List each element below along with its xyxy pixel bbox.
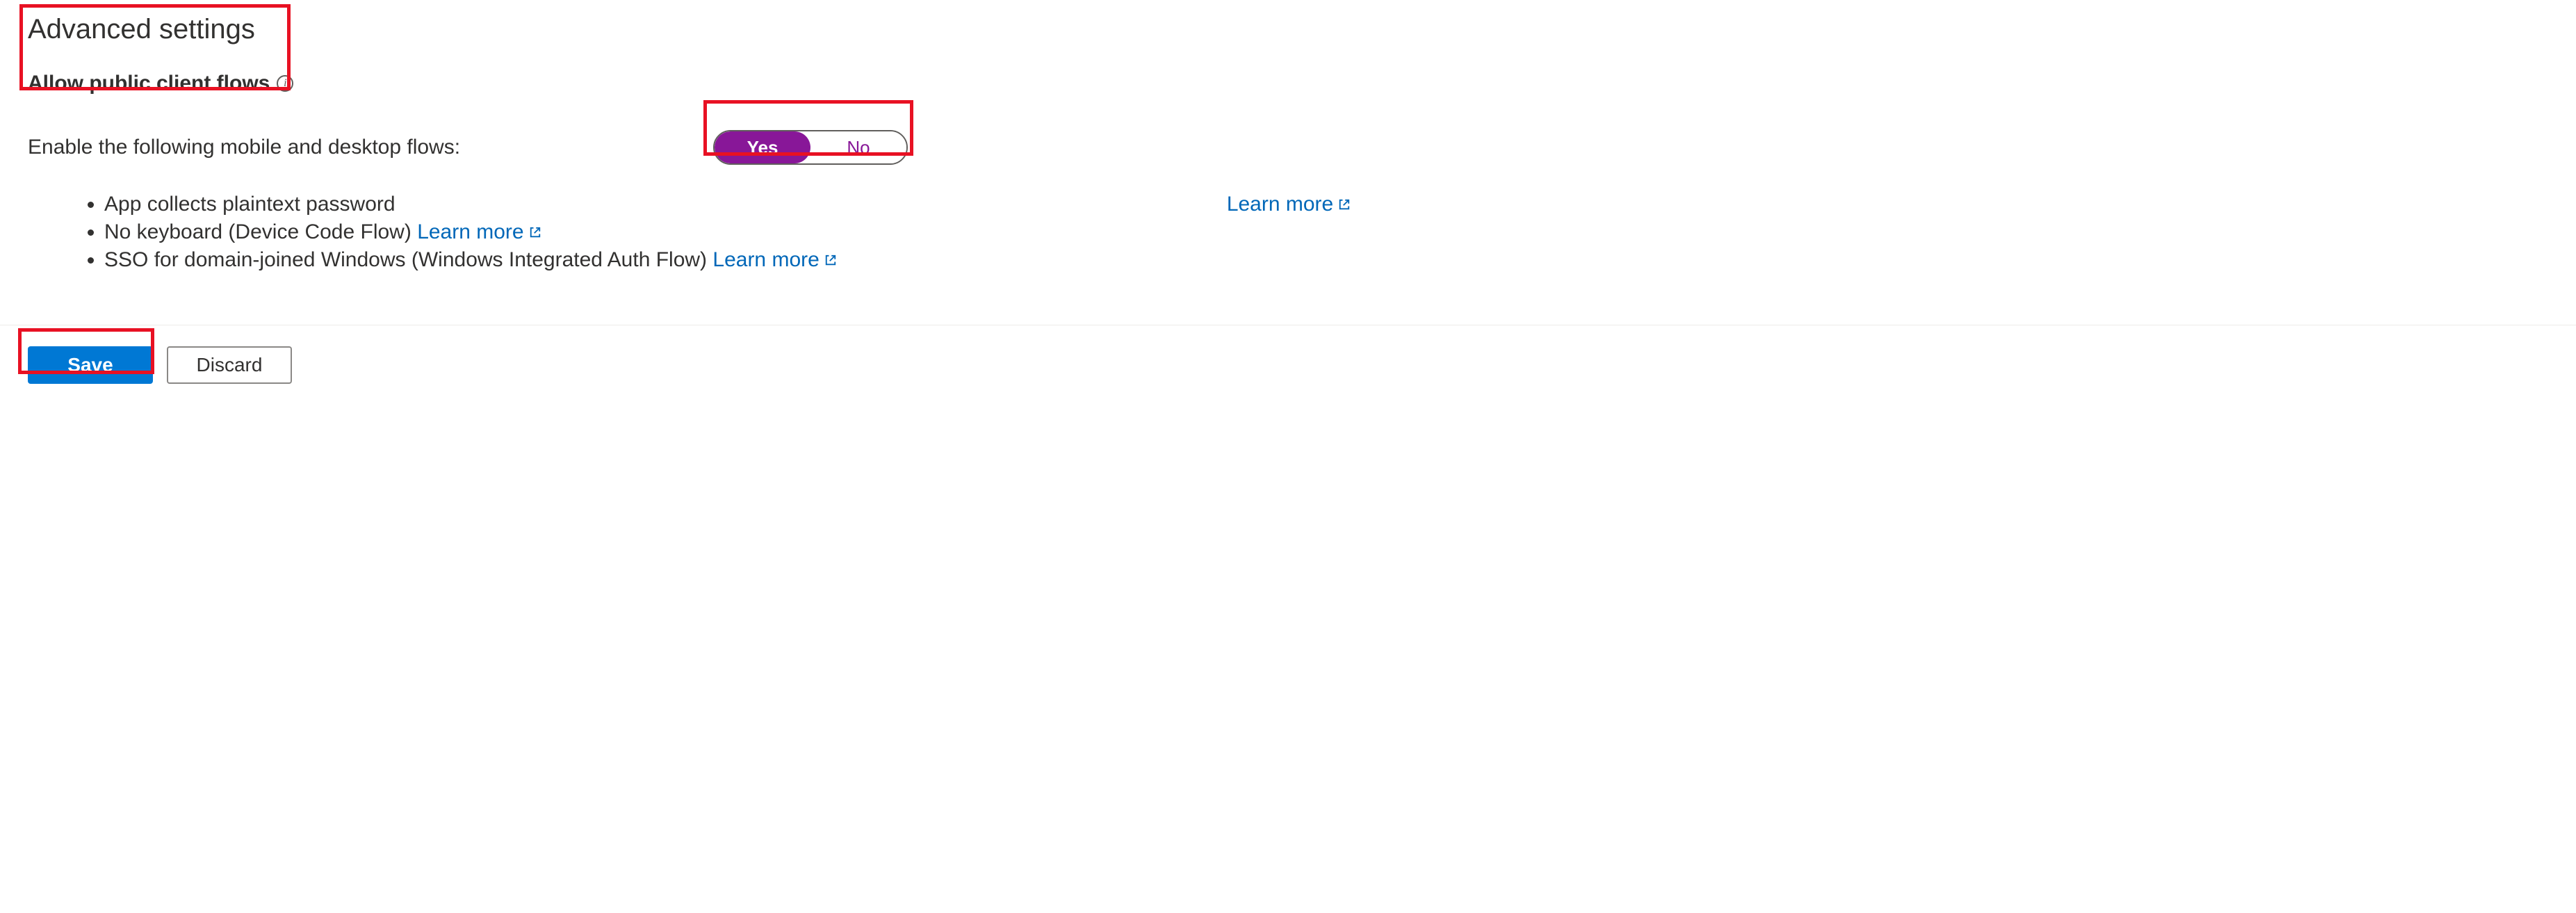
flow-text: SSO for domain-joined Windows (Windows I… bbox=[104, 248, 712, 271]
list-item: SSO for domain-joined Windows (Windows I… bbox=[104, 248, 838, 272]
toggle-yes[interactable]: Yes bbox=[715, 131, 810, 163]
info-icon[interactable]: i bbox=[277, 75, 293, 92]
external-link-icon bbox=[528, 225, 542, 239]
save-button[interactable]: Save bbox=[28, 346, 153, 384]
learn-more-link-side[interactable]: Learn more bbox=[1227, 193, 1351, 216]
external-link-icon bbox=[824, 253, 838, 267]
toggle-no[interactable]: No bbox=[810, 131, 906, 163]
learn-more-link[interactable]: Learn more bbox=[712, 248, 837, 272]
public-client-toggle[interactable]: Yes No bbox=[713, 130, 908, 165]
section-title: Advanced settings bbox=[28, 14, 2548, 45]
flows-list: App collects plaintext password No keybo… bbox=[104, 193, 838, 276]
list-item: No keyboard (Device Code Flow) Learn mor… bbox=[104, 220, 838, 244]
enable-flows-label: Enable the following mobile and desktop … bbox=[28, 136, 460, 159]
flow-text: No keyboard (Device Code Flow) bbox=[104, 220, 417, 243]
discard-button[interactable]: Discard bbox=[167, 346, 292, 384]
external-link-icon bbox=[1337, 197, 1351, 211]
flow-text: App collects plaintext password bbox=[104, 193, 396, 216]
learn-more-link[interactable]: Learn more bbox=[417, 220, 541, 244]
subsection-title: Allow public client flows bbox=[28, 72, 270, 95]
list-item: App collects plaintext password bbox=[104, 193, 838, 216]
